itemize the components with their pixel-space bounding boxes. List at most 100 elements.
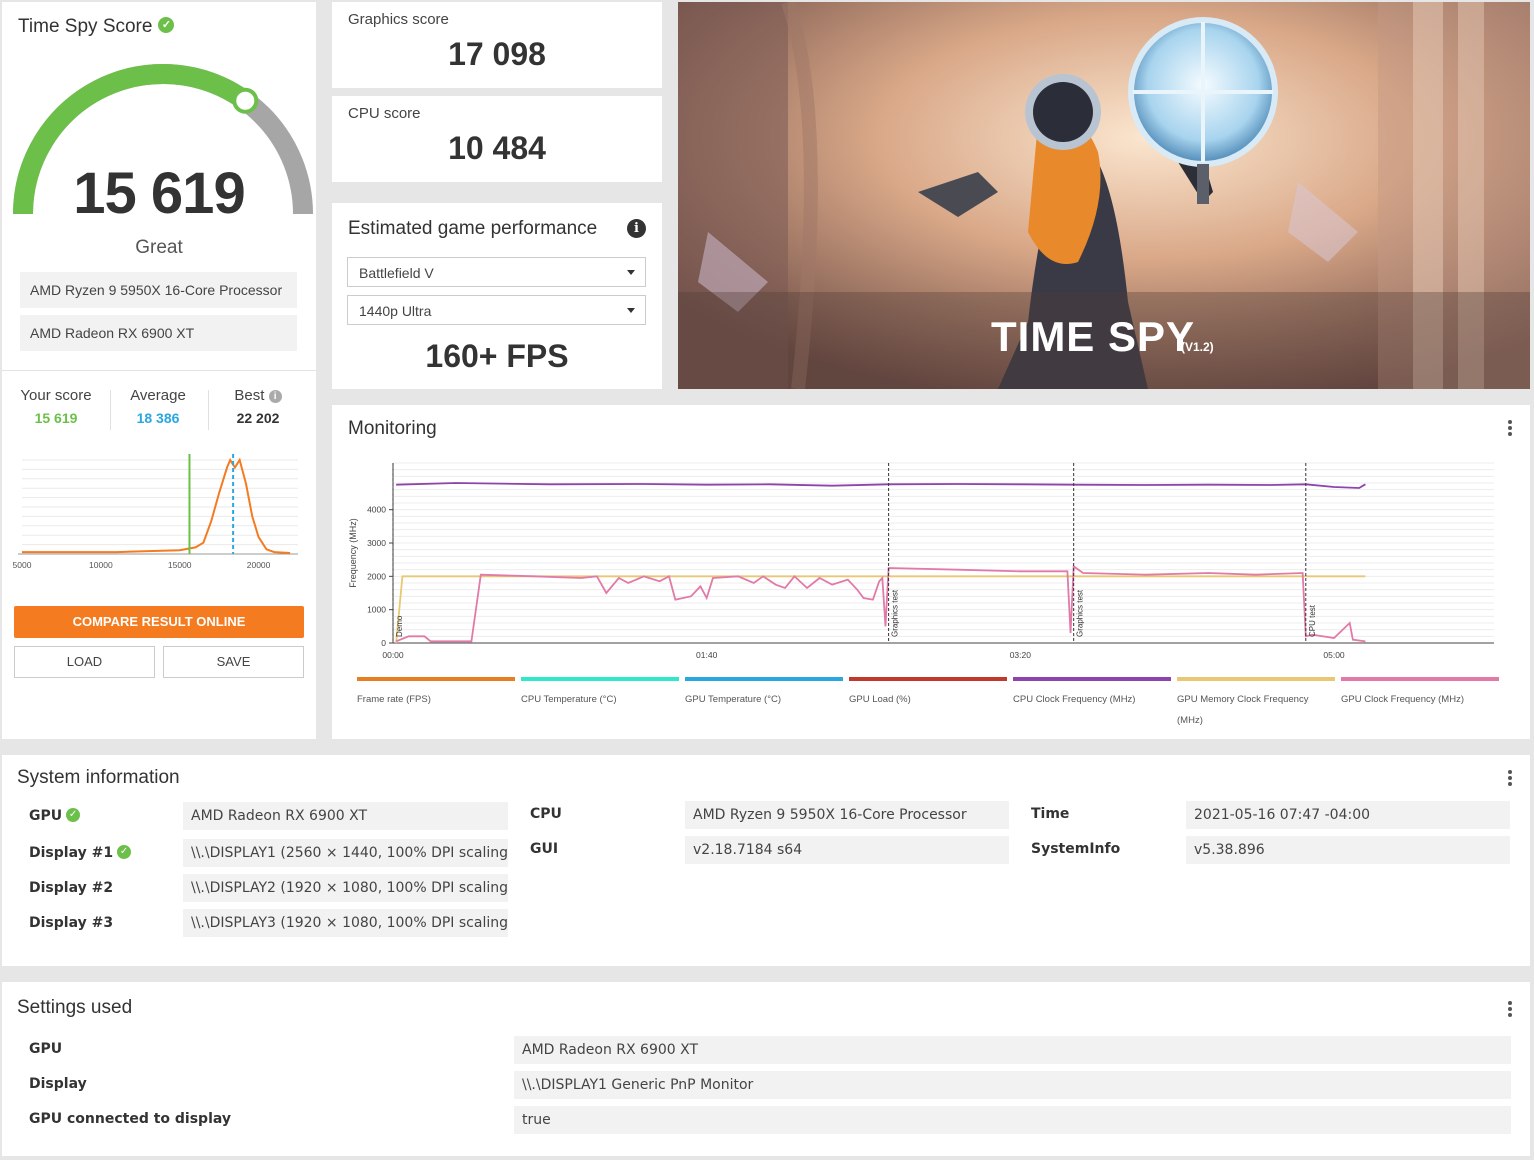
average-label: Average — [130, 387, 186, 404]
graphics-score-value: 17 098 — [448, 36, 546, 72]
your-score-label: Your score — [20, 387, 92, 404]
score-distribution-chart: 5000 10000 15000 20000 — [13, 454, 298, 570]
score-title: Time Spy Score ✓ — [18, 16, 175, 38]
x-tick-label: 01:40 — [696, 650, 718, 660]
x-tick-label: 15000 — [168, 560, 192, 570]
system-information-title: System information — [17, 767, 180, 788]
game-select[interactable]: Battlefield V — [347, 257, 646, 287]
check-icon: ✓ — [158, 17, 175, 34]
average-block: Average 18 386 — [110, 387, 206, 426]
chevron-down-icon — [627, 270, 635, 275]
x-tick-label: 03:20 — [1010, 650, 1032, 660]
score-card: Time Spy Score ✓ 15 619 Great AMD Ryzen 9… — [2, 2, 316, 739]
legend-item[interactable]: Frame rate (FPS) — [357, 677, 515, 710]
benchmark-title: TIME SPY — [991, 313, 1196, 360]
settings-gpu-label: GPU — [29, 1041, 63, 1057]
cpu-score-card: CPU score 10 484 — [332, 96, 662, 182]
legend-label: GPU Temperature (°C) — [685, 694, 782, 705]
legend-label: GPU Memory Clock Frequency (MHz) — [1177, 694, 1309, 726]
legend-item[interactable]: GPU Temperature (°C) — [685, 677, 843, 710]
legend-swatch — [1177, 677, 1335, 681]
legend-swatch — [521, 677, 679, 681]
compare-result-online-button[interactable]: COMPARE RESULT ONLINE — [14, 606, 304, 638]
sysinfo-time-label: Time — [1031, 806, 1070, 822]
your-score-block: Your score 15 619 — [8, 387, 104, 426]
settings-gpu-value: AMD Radeon RX 6900 XT — [514, 1036, 1511, 1064]
legend-item[interactable]: GPU Clock Frequency (MHz) — [1341, 677, 1499, 710]
legend-label: Frame rate (FPS) — [357, 694, 431, 705]
x-tick-label: 10000 — [89, 560, 113, 570]
score-title-text: Time Spy Score — [18, 16, 153, 37]
more-options-icon[interactable] — [1508, 1001, 1512, 1019]
legend-label: GPU Clock Frequency (MHz) — [1341, 694, 1464, 705]
load-button[interactable]: LOAD — [14, 646, 155, 678]
gauge-knob — [232, 87, 259, 114]
divider — [2, 370, 316, 371]
monitoring-card: Monitoring 0 1000 2000 3000 4000 00:00 01:40 03… — [332, 405, 1530, 739]
y-axis-label: Frequency (MHz) — [348, 518, 358, 588]
sysinfo-cpu-label: CPU — [530, 806, 562, 822]
test-marker-label: Graphics test — [891, 589, 900, 637]
series-line — [396, 482, 1366, 489]
monitoring-title: Monitoring — [348, 418, 437, 439]
divider — [208, 390, 209, 430]
sysinfo-systeminfo-value: v5.38.896 — [1186, 836, 1510, 864]
test-marker-label: Graphics test — [1076, 589, 1085, 637]
settings-display-value: \\.\DISPLAY1 Generic PnP Monitor — [514, 1071, 1511, 1099]
best-block: Best i 22 202 — [210, 387, 306, 426]
game-select-value: Battlefield V — [359, 265, 434, 281]
info-icon[interactable]: i — [268, 389, 282, 403]
best-label: Best i — [210, 387, 306, 404]
hardware-cpu: AMD Ryzen 9 5950X 16-Core Processor — [20, 272, 297, 308]
resolution-select[interactable]: 1440p Ultra — [347, 295, 646, 325]
check-icon: ✓ — [117, 844, 132, 859]
more-options-icon[interactable] — [1508, 420, 1512, 438]
sysinfo-gui-value: v2.18.7184 s64 — [685, 836, 1009, 864]
cpu-score-label: CPU score — [348, 105, 421, 122]
sysinfo-time-value: 2021-05-16 07:47 -04:00 — [1186, 801, 1510, 829]
chevron-down-icon — [627, 308, 635, 313]
legend-item[interactable]: GPU Load (%) — [849, 677, 1007, 710]
x-tick-label: 00:00 — [382, 650, 404, 660]
best-label-text: Best — [234, 387, 265, 404]
settings-display-label: Display — [29, 1076, 87, 1092]
x-tick-label: 05:00 — [1323, 650, 1345, 660]
settings-used-title: Settings used — [17, 997, 133, 1018]
sysinfo-systeminfo-label: SystemInfo — [1031, 841, 1121, 857]
sysinfo-display1-label: Display #1 ✓ — [29, 844, 132, 861]
graphics-score-label: Graphics score — [348, 11, 449, 28]
legend-item[interactable]: CPU Temperature (°C) — [521, 677, 679, 710]
settings-gpu-connected-label: GPU connected to display — [29, 1111, 232, 1127]
y-tick-label: 3000 — [367, 538, 386, 548]
legend-item[interactable]: GPU Memory Clock Frequency (MHz) — [1177, 677, 1335, 731]
sysinfo-display3-value: \\.\DISPLAY3 (1920 × 1080, 100% DPI scal… — [183, 909, 508, 937]
sysinfo-display1-value: \\.\DISPLAY1 (2560 × 1440, 100% DPI scal… — [183, 839, 508, 867]
test-marker-label: CPU test — [1308, 604, 1317, 637]
score-rating: Great — [135, 237, 183, 258]
cpu-score-value: 10 484 — [448, 130, 546, 166]
sysinfo-gpu-label-text: GPU — [29, 808, 63, 824]
info-icon[interactable]: i — [627, 219, 646, 238]
legend-swatch — [357, 677, 515, 681]
graphics-score-card: Graphics score 17 098 — [332, 2, 662, 88]
x-tick-label: 5000 — [13, 560, 32, 570]
x-tick-label: 20000 — [247, 560, 271, 570]
legend-swatch — [849, 677, 1007, 681]
save-button[interactable]: SAVE — [163, 646, 304, 678]
sysinfo-display2-label: Display #2 — [29, 880, 114, 896]
system-information-card: System information GPU ✓ AMD Radeon RX 69… — [2, 755, 1530, 966]
more-options-icon[interactable] — [1508, 770, 1512, 788]
y-tick-label: 0 — [381, 638, 386, 648]
sysinfo-gpu-label: GPU ✓ — [29, 807, 81, 824]
average-value: 18 386 — [136, 410, 180, 426]
benchmark-hero-image: TIME SPY (V1.2) — [678, 2, 1530, 389]
sysinfo-display1-label-text: Display #1 — [29, 845, 114, 861]
score-value: 15 619 — [73, 161, 245, 226]
sysinfo-gui-label: GUI — [530, 841, 559, 857]
estimated-performance-card: Estimated game performance i Battlefield… — [332, 203, 662, 389]
legend-item[interactable]: CPU Clock Frequency (MHz) — [1013, 677, 1171, 710]
y-tick-label: 1000 — [367, 605, 386, 615]
y-tick-label: 4000 — [367, 505, 386, 515]
benchmark-version: (V1.2) — [1181, 340, 1214, 354]
settings-gpu-connected-value: true — [514, 1106, 1511, 1134]
